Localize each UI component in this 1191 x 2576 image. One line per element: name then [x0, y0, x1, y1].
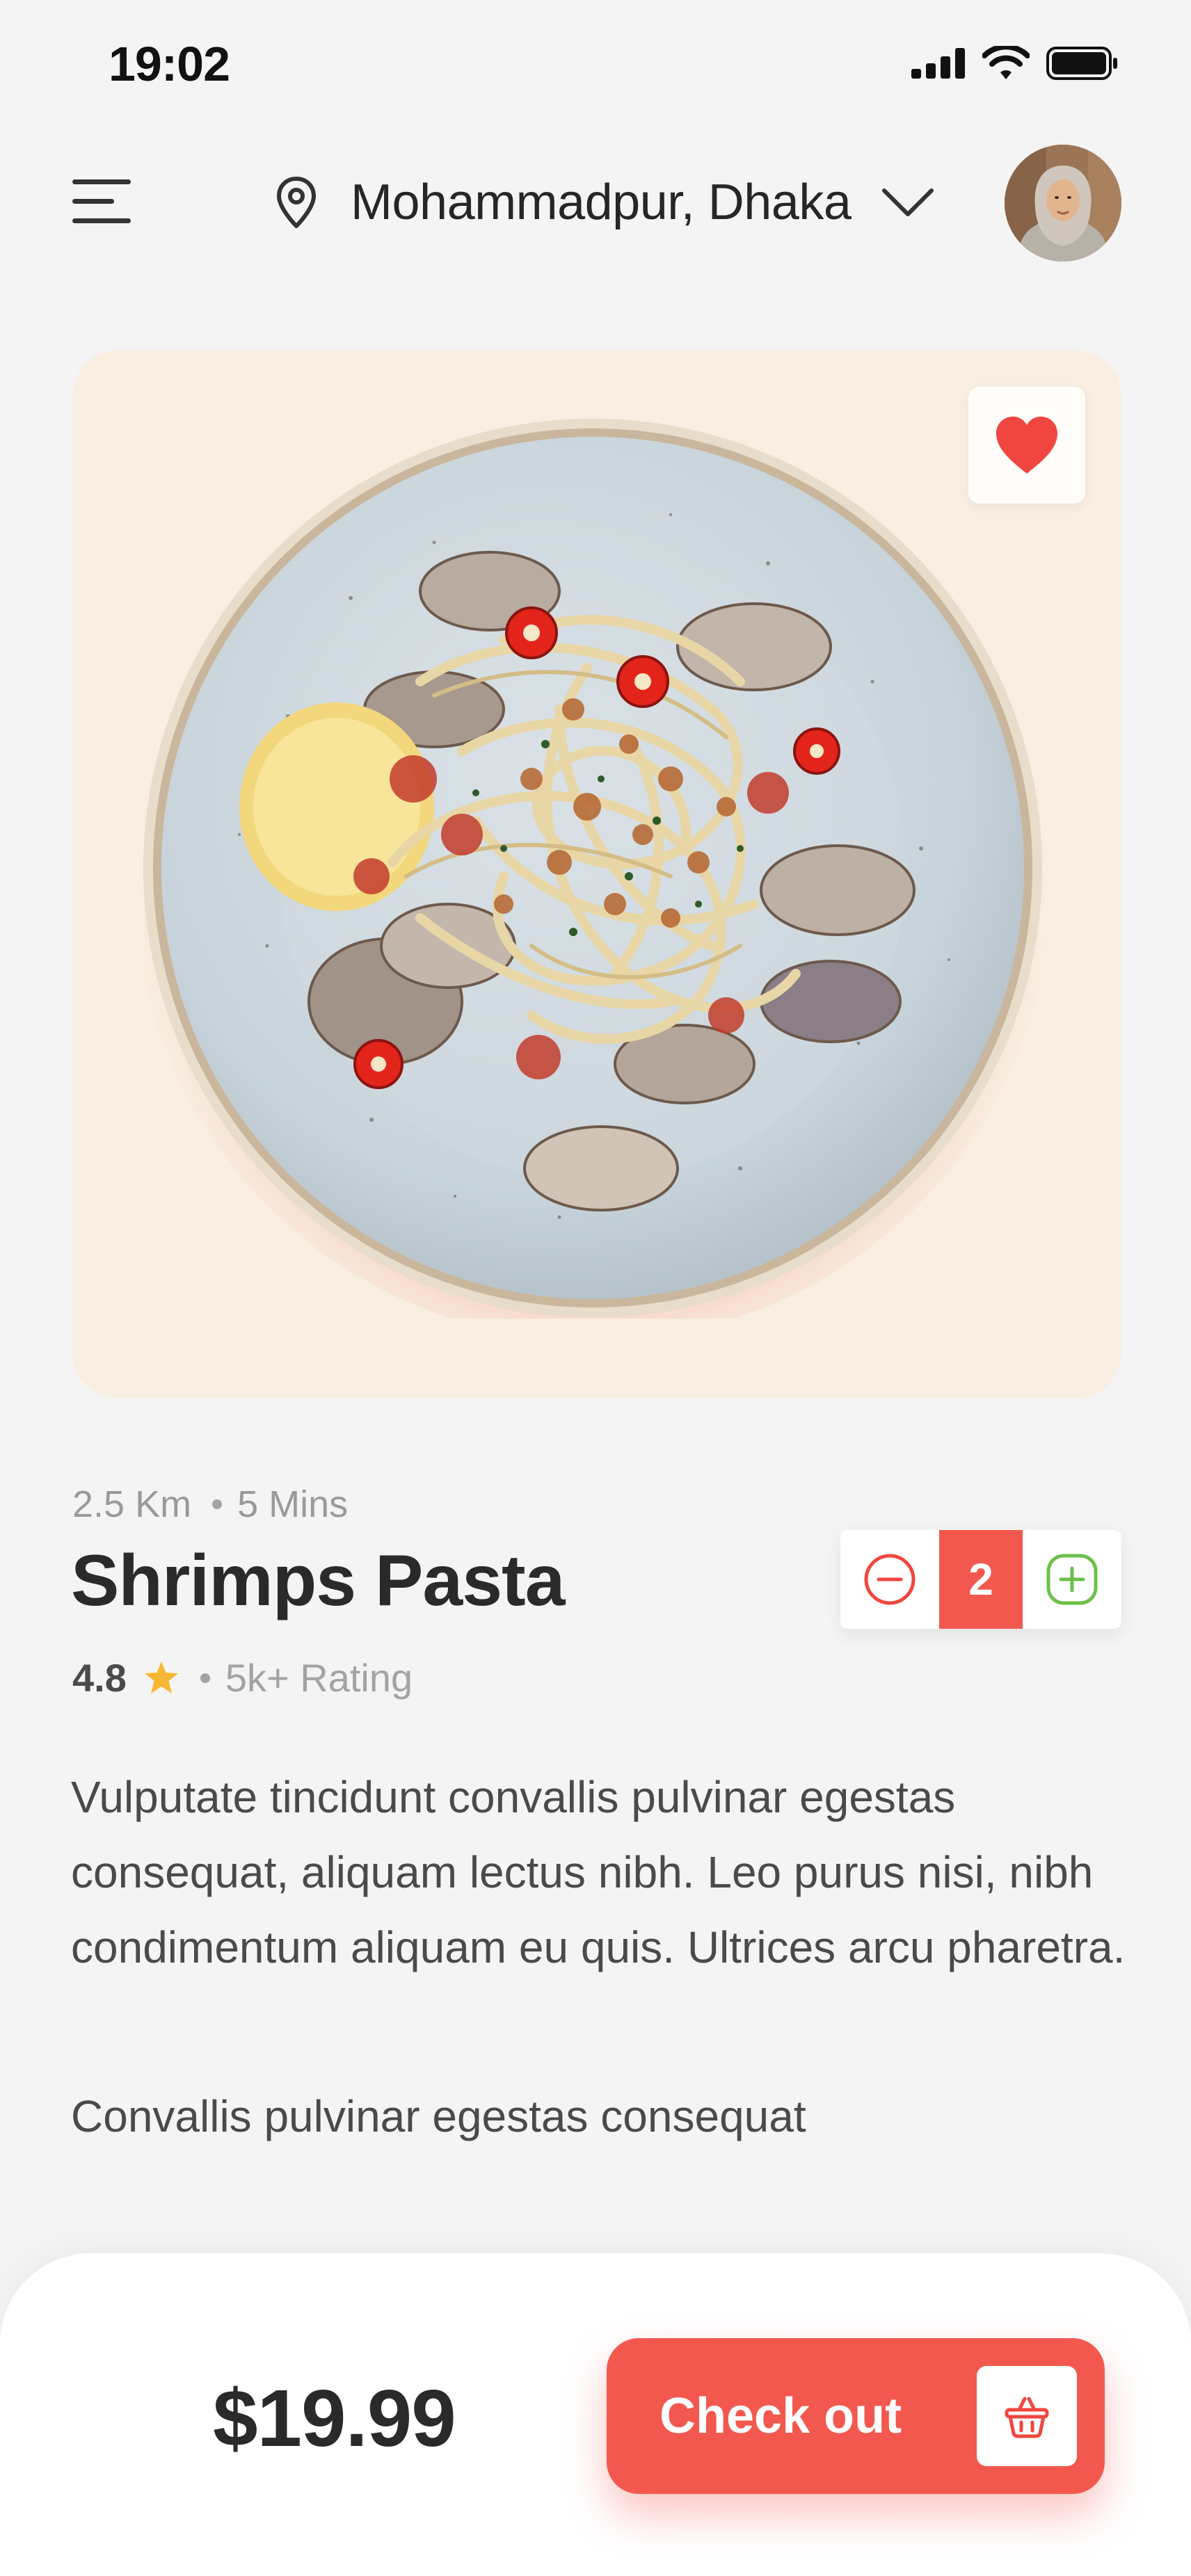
location-label: Mohammadpur, Dhaka [351, 175, 852, 230]
item-title: Shrimps Pasta [71, 1540, 566, 1621]
wifi-icon [982, 46, 1030, 79]
heart-icon [996, 417, 1057, 474]
basket-icon-box [977, 2366, 1077, 2466]
location-selector[interactable]: Mohammadpur, Dhaka [275, 171, 934, 234]
time-label: 5 Mins [237, 1483, 349, 1525]
battery-icon [1046, 47, 1117, 80]
decrease-button[interactable] [840, 1530, 939, 1629]
plus-icon [1046, 1554, 1098, 1605]
distance-label: 2.5 Km [72, 1483, 192, 1525]
item-description: Vulputate tincidunt convallis pulvinar e… [71, 1772, 1126, 1972]
separator-dot [212, 1499, 223, 1509]
food-image [142, 419, 1044, 1319]
avatar-image [1005, 145, 1121, 261]
menu-icon [72, 178, 131, 224]
favorite-button[interactable] [968, 387, 1085, 504]
location-pin-icon [277, 177, 316, 228]
rating-value: 4.8 [72, 1656, 127, 1700]
chevron-down-icon [882, 188, 934, 216]
rating-row: 4.8 5k+ Rating [72, 1655, 413, 1700]
basket-icon [1005, 2397, 1049, 2438]
star-icon [144, 1661, 178, 1693]
signal-icon [911, 48, 965, 79]
increase-button[interactable] [1023, 1530, 1121, 1629]
rating-count: 5k+ Rating [225, 1656, 413, 1700]
quantity-value: 2 [939, 1530, 1023, 1629]
menu-button[interactable] [72, 178, 131, 224]
separator-dot [200, 1673, 210, 1683]
status-time: 19:02 [109, 37, 230, 91]
item-description-extra: Convallis pulvinar egestas consequat [71, 2091, 806, 2141]
avatar[interactable] [1005, 145, 1121, 261]
checkout-label: Check out [660, 2388, 902, 2444]
product-detail-screen: 19:02 Mohammadpur, Dhaka 2.5 Km 5 Mins S… [0, 0, 1191, 2576]
quantity-stepper: 2 [840, 1530, 1121, 1629]
status-icons [911, 46, 1119, 81]
total-price: $19.99 [213, 2373, 456, 2463]
delivery-meta: 2.5 Km 5 Mins [72, 1483, 348, 1526]
checkout-button[interactable]: Check out [607, 2338, 1105, 2494]
food-image-card [72, 351, 1121, 1398]
minus-icon [864, 1554, 916, 1605]
